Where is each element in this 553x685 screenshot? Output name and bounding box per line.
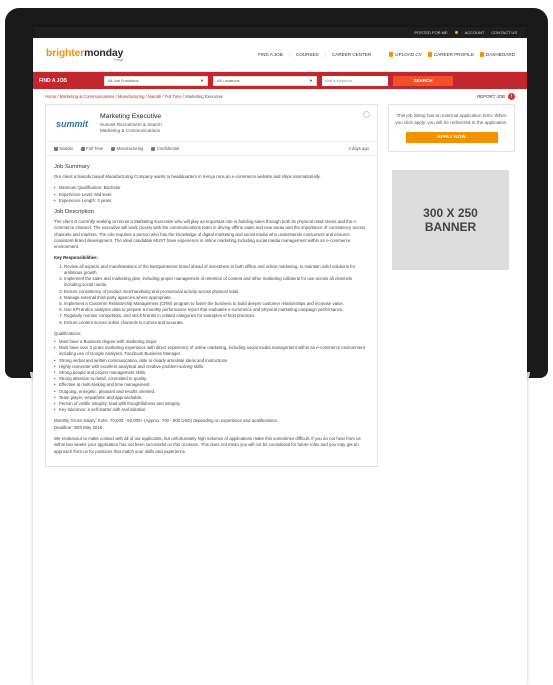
bookmark-icon[interactable] [363,111,370,118]
utility-link-contact[interactable]: CONTACT US [491,30,517,35]
nav-divider: | [324,52,326,57]
browser-screen: POSTED FOR ME ACCOUNT CONTACT US brighte… [33,27,527,685]
report-job-link[interactable]: REPORT JOB ! [477,93,515,100]
responsibilities-list: Review all aspects and manifestations of… [54,264,369,326]
job-function-select[interactable]: All Job Functions ▼ [104,75,208,86]
utility-link-posted[interactable]: POSTED FOR ME [414,30,447,35]
logo-main: brighter [46,47,85,59]
list-item: Must have over 3 years marketing experie… [54,345,369,357]
banner-size-label: 300 X 250 [423,206,478,220]
apply-info-text: This job listing has an external applica… [395,113,508,125]
career-profile-label: CAREER PROFILE [433,51,474,57]
list-item: Review all aspects and manifestations of… [64,264,369,276]
nav-divider: | [288,52,291,57]
breadcrumb-industry[interactable]: Manufacturing [118,94,145,99]
job-header: summit Marketing Executive Summit Recrui… [46,105,377,141]
job-meta-row: Nairobi Full Time Manufacturing Confiden… [46,141,377,156]
job-category: Marketing & Communications [100,128,160,133]
main-nav: FIND A JOB | COURSES | CAREER CENTER UPL… [258,51,515,58]
report-job-label: REPORT JOB [477,94,505,99]
meta-location-text: Nairobi [59,146,73,151]
description-heading: Job Description [54,208,94,215]
notification-icon[interactable] [454,31,458,34]
breadcrumb-home[interactable]: Home [45,94,56,99]
list-item: Key tolerance: a self-starter with real … [54,407,369,413]
money-icon [151,146,156,151]
job-search-bar: FIND A JOB All Job Functions ▼ All Locat… [33,72,527,89]
profile-icon [427,52,432,58]
qualifications-list: Must have a Business degree with marketi… [54,339,369,414]
utility-link-account[interactable]: ACCOUNT [465,30,485,35]
breadcrumb-current: Marketing Executive [185,94,223,99]
meta-salary: Confidential [151,146,179,151]
deadline-text: Deadline: 30th May 2018. [54,424,104,430]
job-body: Job Summary Our client a Nairobi based M… [46,156,377,455]
summary-list: Minimum Qualification: Bachelor Experien… [54,185,369,204]
dashboard-icon [479,52,484,58]
breadcrumb-category[interactable]: Marketing & Communications [60,94,115,99]
brightermonday-logo[interactable]: brightermonday Kenya [46,47,123,62]
meta-industry: Manufacturing [111,146,143,151]
summary-text: Our client a Nairobi based Manufacturing… [54,174,321,179]
search-label: FIND A JOB [39,77,67,84]
nav-career-center[interactable]: CAREER CENTER [332,52,371,57]
meta-type-text: Full Time [86,146,104,151]
location-value: All Locations [217,78,240,83]
company-logo[interactable]: summit [54,113,90,135]
dashboard-label: DASHBOARD [485,51,515,57]
alert-icon: ! [508,93,515,100]
briefcase-icon [111,146,116,151]
upload-cv-label: UPLOAD CV [395,51,422,57]
banner-label: BANNER [424,220,477,234]
list-item: Implement the sales and marketing plan, … [64,276,369,288]
footer-note: We endeavour to make contact with all of… [54,436,361,454]
sidebar: This job listing has an external applica… [388,104,515,467]
ad-banner[interactable]: 300 X 250 BANNER [392,170,509,270]
location-icon [54,146,58,151]
site-header: brightermonday Kenya FIND A JOB | COURSE… [33,38,527,72]
search-button[interactable]: SEARCH [393,75,453,86]
qualifications-heading: Qualifications: [54,330,82,336]
meta-location: Nairobi [54,146,73,151]
meta-industry-text: Manufacturing [116,146,144,151]
summary-heading: Job Summary [54,164,90,170]
list-item: Experience Length: 3 years [54,198,369,204]
meta-type: Full Time [80,146,104,151]
job-function-value: All Job Functions [108,78,139,83]
apply-card: This job listing has an external applica… [388,104,515,152]
posted-date: 3 days ago [348,146,370,151]
upload-icon [389,52,394,58]
keyword-input[interactable]: Add a Keyword [322,75,388,86]
breadcrumb-type[interactable]: Full Time [165,94,182,99]
location-select[interactable]: All Locations ▼ [213,75,317,86]
meta-salary-text: Confidential [156,146,179,151]
career-profile-link[interactable]: CAREER PROFILE [427,51,474,58]
job-detail-card: summit Marketing Executive Summit Recrui… [45,104,378,467]
utility-bar: POSTED FOR ME ACCOUNT CONTACT US [33,27,527,38]
description-text: The client is currently seeking to recru… [54,218,366,250]
breadcrumb: Home / Marketing & Communications / Manu… [33,89,527,104]
apply-now-button[interactable]: APPLY NOW [405,132,498,143]
chevron-down-icon: ▼ [200,78,204,83]
dashboard-link[interactable]: DASHBOARD [479,51,515,58]
job-title: Marketing Executive [100,113,162,120]
upload-cv-link[interactable]: UPLOAD CV [389,51,422,58]
chevron-down-icon: ▼ [309,78,313,83]
breadcrumb-location[interactable]: Nairobi [148,94,161,99]
nav-courses[interactable]: COURSES [296,52,319,57]
clock-icon [80,146,85,151]
page-content: summit Marketing Executive Summit Recrui… [33,104,527,467]
nav-find-job[interactable]: FIND A JOB [258,52,283,57]
list-item: Ensure content across online channels is… [64,320,369,326]
responsibilities-heading: Key Responsibilities: [54,255,98,261]
